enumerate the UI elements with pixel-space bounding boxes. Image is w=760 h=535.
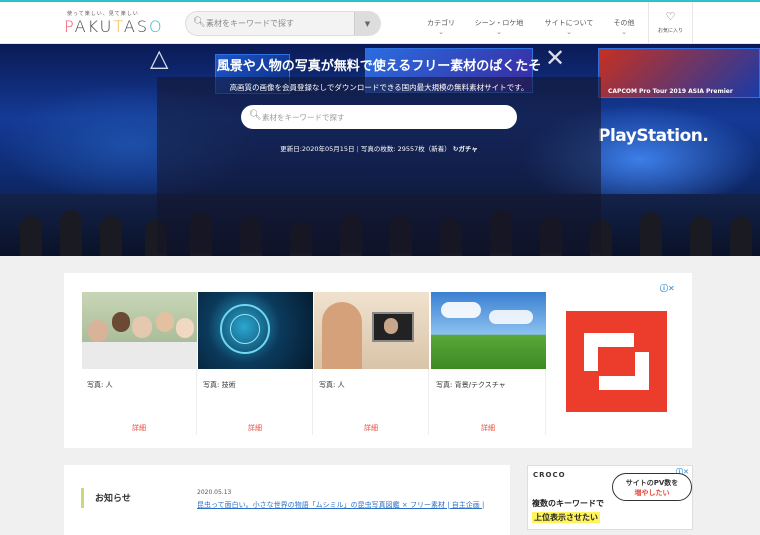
heart-icon: ♡ [665,10,676,23]
header-search-bar[interactable]: 🔍︎ 素材をキーワードで探す ▼ [185,11,381,36]
news-heading-bar [81,488,84,508]
ad-card-detail-link[interactable]: 詳細 [198,423,312,433]
news-heading: お知らせ [95,494,131,504]
chevron-down-icon: ⌄ [621,28,627,36]
nav-label: カテゴリ [427,19,455,27]
hero-meta: 更新日:2020年05月15日 | 写真の枚数: 29557枚（新着） ↻ガチャ [280,145,478,153]
ad-card-caption: 写真: 人 [87,381,113,389]
photo-count-link[interactable]: 写真の枚数: 29557枚（新着） [361,145,451,153]
ad-card-caption: 写真: 背景/テクスチャ [436,381,506,389]
nav-label: その他 [613,19,635,27]
news-section: お知らせ 2020.05.13 昆虫って面白い。小さな世界の物語「ムシミル」の昆… [64,465,510,535]
nav-label: シーン・ロケ地 [474,19,524,27]
news-date: 2020.05.13 [197,489,232,496]
favorites-button[interactable]: ♡ お気に入り [648,2,693,44]
capcom-banner-text: CAPCOM Pro Tour 2019 ASIA Premier [608,88,733,95]
site-logo[interactable]: PAKUTASO [64,17,164,36]
brand-ad-logo[interactable] [566,311,667,412]
nav-other[interactable]: その他 ⌄ [606,2,642,44]
ad-card-detail-link[interactable]: 詳細 [82,423,196,433]
nav-scene-location[interactable]: シーン・ロケ地 ⌄ [470,2,528,44]
ad-card-image[interactable] [198,292,313,369]
ad-card[interactable]: 写真: 背景/テクスチャ 詳細 [431,292,546,435]
chevron-down-icon: ⌄ [438,28,444,36]
nav-category[interactable]: カテゴリ ⌄ [420,2,462,44]
ad-speech-bubble: サイトのPV数を 増やしたい [612,473,692,501]
site-header: 使って楽しい、見て楽しい PAKUTASO 🔍︎ 素材をキーワードで探す ▼ [0,2,760,44]
search-dropdown-button[interactable]: ▼ [354,12,380,35]
nav-about[interactable]: サイトについて ⌄ [538,2,600,44]
playstation-banner-text: PlayStation. [598,126,709,146]
hero-subtitle: 高画質の画像を会員登録なしでダウンロードできる国内最大規模の無料素材サイトです。 [229,83,529,92]
chevron-down-icon: ⌄ [566,28,572,36]
hero-title: 風景や人物の写真が無料で使えるフリー素材のぱくたそ [216,59,542,74]
side-ad-banner[interactable]: ⓘ✕ CROCO サイトのPV数を 増やしたい 複数のキーワードで 上位表示させ… [527,465,693,530]
chevron-down-icon: ⌄ [496,28,502,36]
ad-card[interactable]: 写真: 人 詳細 [314,292,429,435]
ad-card-image[interactable] [431,292,546,369]
adchoices-icon[interactable]: ⓘ✕ [660,283,675,294]
search-icon: 🔍︎ [249,110,262,121]
ad-text-line: 複数のキーワードで [532,499,604,508]
ad-card[interactable]: 写真: 技術 詳細 [198,292,313,435]
ad-card[interactable]: 写真: 人 詳細 [82,292,197,435]
hero-overlay [157,77,601,254]
logo-tagline: 使って楽しい、見て楽しい [67,11,139,17]
gacha-link[interactable]: ↻ガチャ [453,145,478,153]
hero-search-input[interactable]: 素材をキーワードで探す [262,112,345,123]
ad-card-caption: 写真: 人 [319,381,345,389]
updated-date: 更新日:2020年05月15日 [280,145,355,153]
news-link[interactable]: 昆虫って面白い。小さな世界の物語「ムシミル」の昆虫写真図鑑 × フリー素材 | … [197,499,497,511]
favorites-label: お気に入り [657,28,683,34]
header-search-input[interactable]: 素材をキーワードで探す [206,18,294,29]
ad-text-line: 上位表示させたい [532,512,600,523]
nav-label: サイトについて [544,19,594,27]
ad-card-image[interactable] [314,292,429,369]
search-icon: 🔍︎ [193,17,206,28]
ad-card-image[interactable] [82,292,197,369]
ad-card-detail-link[interactable]: 詳細 [314,423,428,433]
ad-card-detail-link[interactable]: 詳細 [431,423,545,433]
ad-card-caption: 写真: 技術 [203,381,236,389]
hero-search-bar[interactable]: 🔍︎ 素材をキーワードで探す [241,105,517,129]
ad-brand: CROCO [533,471,566,479]
